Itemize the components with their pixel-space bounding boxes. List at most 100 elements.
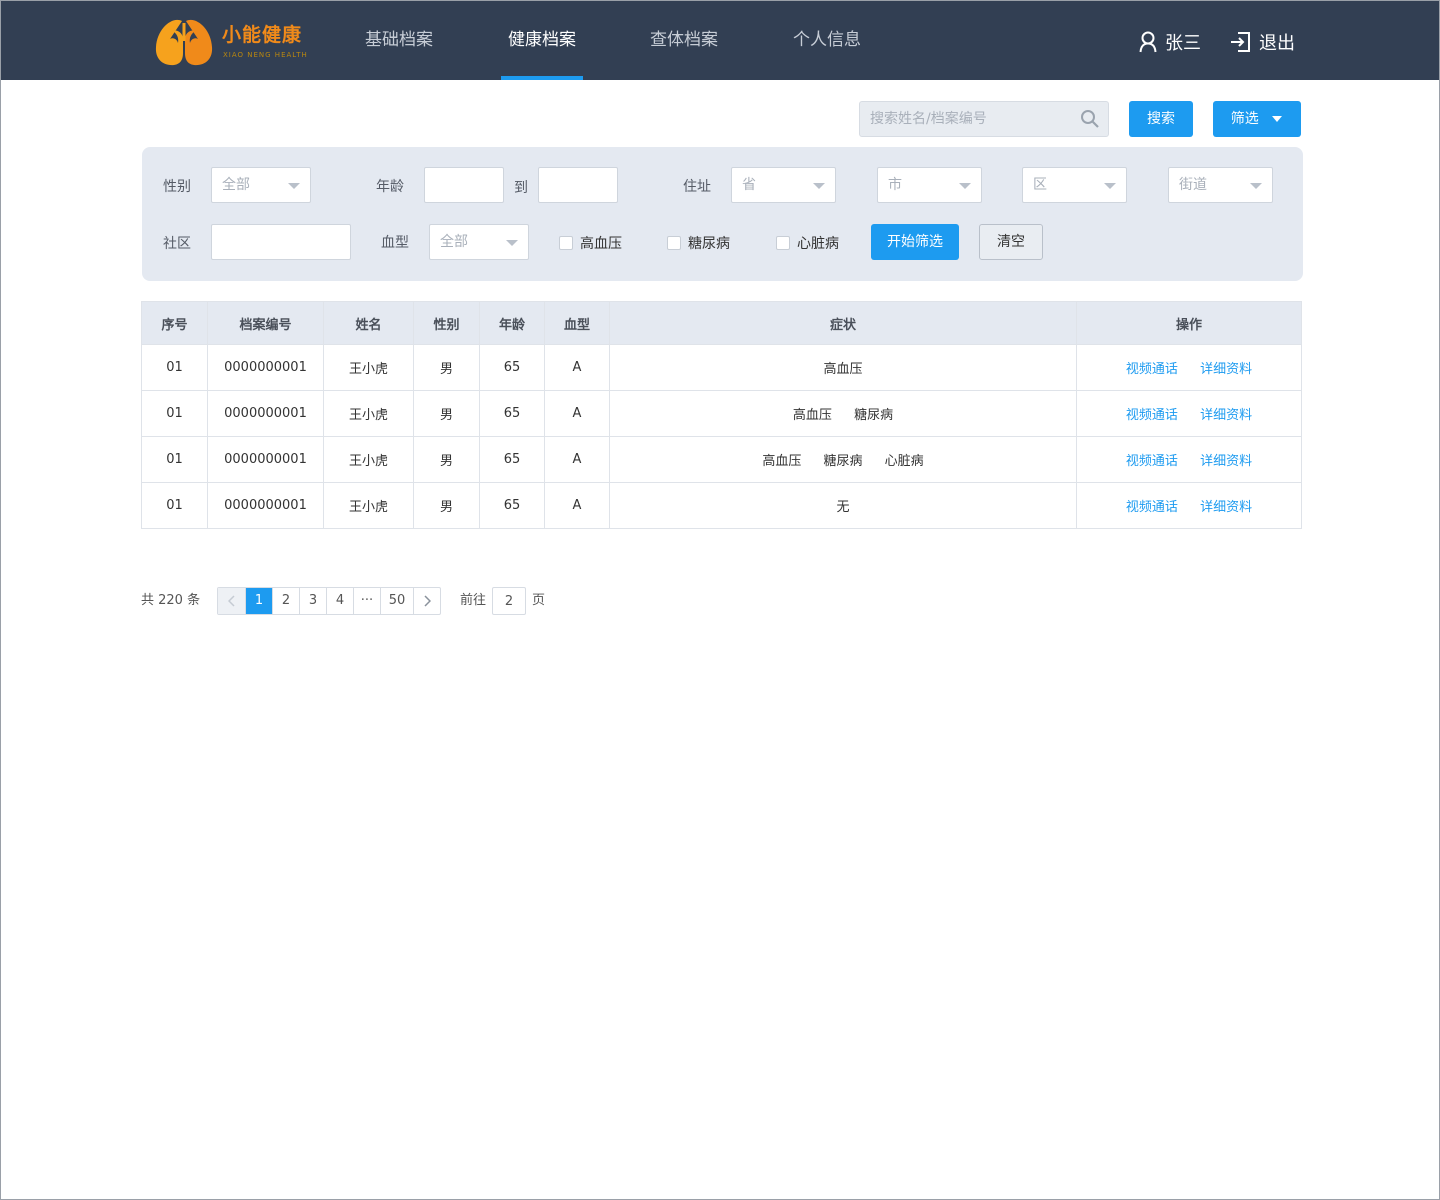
- details-link[interactable]: 详细资料: [1200, 496, 1252, 515]
- nav-label: 基础档案: [365, 30, 433, 50]
- hypertension-checkbox[interactable]: 高血压: [559, 233, 622, 253]
- page-unit-label: 页: [532, 593, 546, 608]
- cell-blood-type: A: [544, 436, 610, 483]
- logout-button[interactable]: 退出: [1230, 29, 1295, 55]
- nav-health-records[interactable]: 健康档案: [501, 1, 583, 80]
- cell-age: 65: [479, 344, 545, 391]
- column-header: 姓名: [323, 301, 414, 345]
- video-call-link[interactable]: 视频通话: [1126, 358, 1178, 377]
- logo-subtitle: XIAO NENG HEALTH: [223, 51, 308, 59]
- chevron-down-icon: [813, 183, 825, 189]
- column-header: 性别: [413, 301, 480, 345]
- video-call-link[interactable]: 视频通话: [1126, 496, 1178, 515]
- symptom-tag: 心脏病: [884, 454, 924, 469]
- column-header: 序号: [141, 301, 208, 345]
- cell-age: 65: [479, 436, 545, 483]
- page-button[interactable]: 50: [380, 588, 413, 614]
- checkbox-label: 心脏病: [797, 236, 839, 252]
- top-navbar: 小能健康 XIAO NENG HEALTH 基础档案 健康档案 查体档案 个人信…: [1, 1, 1439, 80]
- cell-symptoms: 高血压: [609, 344, 1077, 391]
- brand-logo[interactable]: 小能健康 XIAO NENG HEALTH: [155, 15, 315, 67]
- page-ellipsis[interactable]: ···: [353, 588, 380, 614]
- cell-name: 王小虎: [323, 390, 414, 437]
- symptom-tag: 无: [836, 500, 850, 515]
- cell-no: 01: [141, 344, 208, 391]
- chevron-down-icon: [1104, 183, 1116, 189]
- video-call-link[interactable]: 视频通话: [1126, 450, 1178, 469]
- table-row: 01 0000000001 王小虎 男 65 A 无 视频通话 详细资料: [141, 482, 1302, 529]
- cell-actions: 视频通话 详细资料: [1076, 344, 1302, 391]
- search-button[interactable]: 搜索: [1129, 101, 1193, 137]
- search-button-label: 搜索: [1147, 111, 1175, 127]
- cell-symptoms: 高血压 糖尿病 心脏病: [609, 436, 1077, 483]
- cell-record-id: 0000000001: [207, 390, 324, 437]
- symptom-tag: 糖尿病: [854, 408, 894, 423]
- goto-page-input[interactable]: [492, 587, 526, 615]
- community-input[interactable]: [211, 224, 351, 260]
- filter-toggle-button[interactable]: 筛选: [1213, 101, 1301, 137]
- chevron-down-icon: [506, 240, 518, 246]
- chevron-left-icon: [227, 594, 235, 607]
- age-max-input[interactable]: [538, 167, 618, 203]
- page-button[interactable]: 4: [326, 588, 353, 614]
- pagination: 1 2 3 4 ··· 50: [217, 587, 441, 615]
- age-to-label: 到: [514, 180, 528, 196]
- nav-exam-records[interactable]: 查体档案: [644, 1, 724, 80]
- cell-name: 王小虎: [323, 436, 414, 483]
- page-button[interactable]: 1: [245, 588, 272, 614]
- page-button[interactable]: 3: [299, 588, 326, 614]
- diabetes-checkbox[interactable]: 糖尿病: [667, 233, 730, 253]
- clear-filter-button[interactable]: 清空: [979, 224, 1043, 260]
- cell-gender: 男: [413, 482, 480, 529]
- district-select[interactable]: 区: [1022, 167, 1127, 203]
- details-link[interactable]: 详细资料: [1200, 404, 1252, 423]
- cell-symptoms: 无: [609, 482, 1077, 529]
- cell-gender: 男: [413, 390, 480, 437]
- user-menu[interactable]: 张三: [1139, 29, 1201, 55]
- heart-disease-checkbox[interactable]: 心脏病: [776, 233, 839, 253]
- cell-actions: 视频通话 详细资料: [1076, 390, 1302, 437]
- cell-no: 01: [141, 436, 208, 483]
- cell-no: 01: [141, 482, 208, 529]
- table-row: 01 0000000001 王小虎 男 65 A 高血压 糖尿病 心脏病 视频通…: [141, 436, 1302, 483]
- cell-name: 王小虎: [323, 482, 414, 529]
- filter-panel: 性别 全部 年龄 到 住址 省 市 区 街道 社区 血型 全部 高血压 糖尿病 …: [142, 147, 1303, 281]
- city-select[interactable]: 市: [877, 167, 982, 203]
- district-select-value: 区: [1033, 177, 1047, 193]
- province-select-value: 省: [742, 177, 756, 193]
- nav-label: 健康档案: [508, 30, 576, 50]
- street-select[interactable]: 街道: [1168, 167, 1273, 203]
- prev-page-button[interactable]: [218, 588, 245, 614]
- cell-record-id: 0000000001: [207, 436, 324, 483]
- details-link[interactable]: 详细资料: [1200, 450, 1252, 469]
- gender-select[interactable]: 全部: [211, 167, 311, 203]
- age-label: 年龄: [376, 179, 404, 195]
- search-input[interactable]: [860, 102, 1075, 136]
- gender-label: 性别: [163, 179, 191, 195]
- start-filter-button[interactable]: 开始筛选: [871, 224, 959, 260]
- checkbox-box: [776, 236, 790, 250]
- video-call-link[interactable]: 视频通话: [1126, 404, 1178, 423]
- page-button[interactable]: 2: [272, 588, 299, 614]
- symptom-tag: 高血压: [823, 362, 863, 377]
- details-link[interactable]: 详细资料: [1200, 358, 1252, 377]
- cell-symptoms: 高血压 糖尿病: [609, 390, 1077, 437]
- cell-blood-type: A: [544, 344, 610, 391]
- logo-title: 小能健康: [222, 24, 303, 46]
- cell-age: 65: [479, 482, 545, 529]
- column-header: 症状: [609, 301, 1077, 345]
- blood-type-select[interactable]: 全部: [429, 224, 529, 260]
- symptom-tag: 糖尿病: [823, 454, 863, 469]
- symptom-tag: 高血压: [762, 454, 802, 469]
- cell-gender: 男: [413, 344, 480, 391]
- province-select[interactable]: 省: [731, 167, 836, 203]
- next-page-button[interactable]: [413, 588, 440, 614]
- age-min-input[interactable]: [424, 167, 504, 203]
- nav-basic-records[interactable]: 基础档案: [359, 1, 439, 80]
- nav-personal-info[interactable]: 个人信息: [787, 1, 867, 80]
- search-icon[interactable]: [1080, 109, 1100, 129]
- table-row: 01 0000000001 王小虎 男 65 A 高血压 糖尿病 视频通话 详细…: [141, 390, 1302, 437]
- nav-label: 查体档案: [650, 30, 718, 50]
- filter-button-label: 筛选: [1230, 111, 1259, 127]
- address-label: 住址: [683, 179, 711, 195]
